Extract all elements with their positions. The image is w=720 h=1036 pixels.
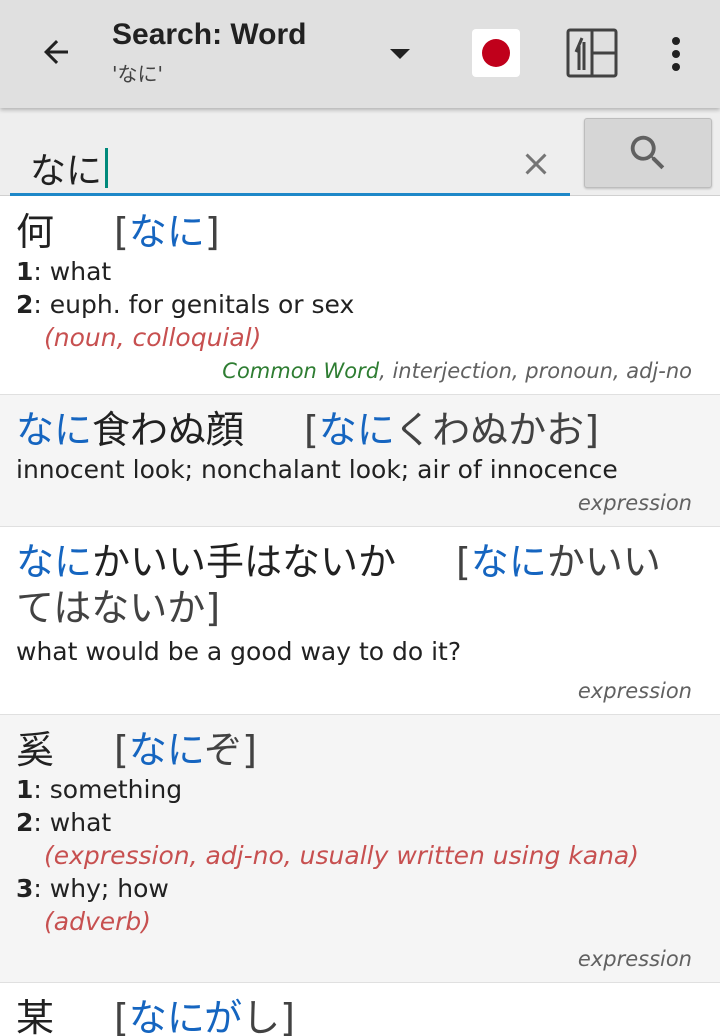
overflow-menu-button[interactable]: [656, 30, 696, 78]
sense-number: 1: [16, 257, 34, 286]
entry-headline: 某 [なにがし]: [16, 995, 692, 1036]
reading-bracket-open: [: [304, 408, 319, 452]
sense-line: 2: euph. for genitals or sex: [16, 288, 692, 321]
sense-number: 2: [16, 808, 34, 837]
search-underline: [10, 193, 570, 196]
entry-headline: 何 [なに]: [16, 209, 692, 255]
entry-tags: expression: [577, 947, 692, 971]
entry-reading-match: なに: [470, 540, 547, 584]
list-item[interactable]: 奚 [なにぞ] 1: something 2: what (expression,…: [0, 715, 720, 983]
results-list: 何 [なに] 1: what 2: euph. for genitals or s…: [0, 197, 720, 1036]
entry-word-rest: 食わぬ顔: [92, 408, 245, 452]
sense-text: : what: [33, 808, 112, 837]
list-item[interactable]: なにかいい手はないか [なにかいい てはないか] what would be a g…: [0, 527, 720, 715]
sense-number: 3: [16, 874, 34, 903]
reading-bracket-open: [: [456, 540, 471, 584]
kanji-view-button[interactable]: [566, 28, 618, 78]
reading-bracket-open: [: [114, 996, 129, 1036]
reading-bracket-close: ]: [280, 996, 295, 1036]
language-flag-button[interactable]: [472, 29, 520, 77]
close-icon: [525, 153, 547, 175]
entry-gloss: innocent look; nonchalant look; air of i…: [16, 455, 618, 484]
search-mode-dropdown[interactable]: [380, 34, 420, 74]
entry-word: 何: [16, 210, 55, 254]
sense-line: 3: why; how: [16, 872, 692, 905]
search-input-text[interactable]: なに: [30, 142, 109, 194]
entry-reading-rest: くわぬかお: [394, 408, 585, 452]
reading-bracket-open: [: [114, 210, 129, 254]
entry-headline: 奚 [なにぞ]: [16, 727, 692, 773]
list-item[interactable]: なに食わぬ顔 [なにくわぬかお] innocent look; nonchalan…: [0, 395, 720, 527]
entry-reading-match: なに: [318, 408, 395, 452]
sense-pos: (expression, adj-no, usually written usi…: [44, 841, 639, 870]
clear-search-button[interactable]: [518, 146, 554, 182]
entry-word-rest: かいい手はないか: [92, 540, 397, 584]
search-value: なに: [30, 151, 103, 192]
entry-reading-match: なにが: [128, 996, 243, 1036]
reading-bracket-close: ]: [205, 586, 221, 630]
entry-tags-text: , interjection, pronoun, adj-no: [379, 359, 692, 383]
entry-reading-rest: ぞ: [204, 728, 243, 772]
sense-pos: (adverb): [44, 907, 152, 936]
entry-reading-rest: かいい: [546, 540, 661, 584]
common-word-tag: Common Word: [222, 359, 380, 383]
reading-bracket-open: [: [114, 728, 129, 772]
entry-tags: expression: [577, 679, 692, 703]
search-bar: なに: [0, 108, 720, 196]
title-block: Search: Word 'なに': [112, 18, 307, 87]
kanji-layout-icon: [566, 28, 618, 78]
entry-word-match: なに: [16, 408, 93, 452]
entry-gloss: what would be a good way to do it?: [16, 637, 462, 666]
sense-text: : euph. for genitals or sex: [33, 290, 355, 319]
reading-bracket-close: ]: [584, 408, 599, 452]
text-caret: [105, 148, 109, 188]
search-input[interactable]: なに: [10, 118, 570, 196]
search-button[interactable]: [584, 118, 712, 188]
sense-text: : what: [33, 257, 112, 286]
entry-word-match: なに: [16, 540, 93, 584]
list-item[interactable]: 何 [なに] 1: what 2: euph. for genitals or s…: [0, 197, 720, 395]
entry-tags: Common Word, interjection, pronoun, adj-…: [16, 356, 692, 386]
reading-bracket-close: ]: [204, 210, 220, 254]
arrow-left-icon: [44, 40, 68, 64]
japan-flag-icon: [482, 39, 510, 67]
entry-reading-rest-line2: てはないか: [16, 586, 206, 630]
list-item[interactable]: 某 [なにがし]: [0, 983, 720, 1036]
magnifier-icon: [630, 135, 665, 170]
reading-bracket-close: ]: [242, 728, 257, 772]
page-subtitle: 'なに': [112, 62, 163, 86]
entry-word: 某: [16, 996, 55, 1036]
entry-word: 奚: [16, 728, 55, 772]
entry-reading-rest: し: [242, 996, 281, 1036]
entry-headline: なに食わぬ顔 [なにくわぬかお]: [16, 407, 692, 453]
entry-headline: なにかいい手はないか [なにかいい てはないか]: [16, 539, 692, 631]
caret-down-icon: [390, 49, 410, 59]
back-button[interactable]: [26, 22, 86, 82]
more-vert-icon: [672, 37, 680, 71]
sense-line: 2: what: [16, 806, 692, 839]
sense-line: 1: something: [16, 773, 692, 806]
app-bar: Search: Word 'なに': [0, 0, 720, 108]
entry-reading-match: なに: [128, 728, 205, 772]
page-title: Search: Word: [112, 18, 307, 51]
sense-number: 2: [16, 290, 34, 319]
sense-text: : something: [33, 775, 183, 804]
sense-line: 1: what: [16, 255, 692, 288]
sense-number: 1: [16, 775, 34, 804]
entry-reading-match: なに: [128, 210, 205, 254]
sense-pos: (noun, colloquial): [44, 323, 262, 352]
sense-text: : why; how: [33, 874, 169, 903]
entry-tags: expression: [577, 491, 692, 515]
